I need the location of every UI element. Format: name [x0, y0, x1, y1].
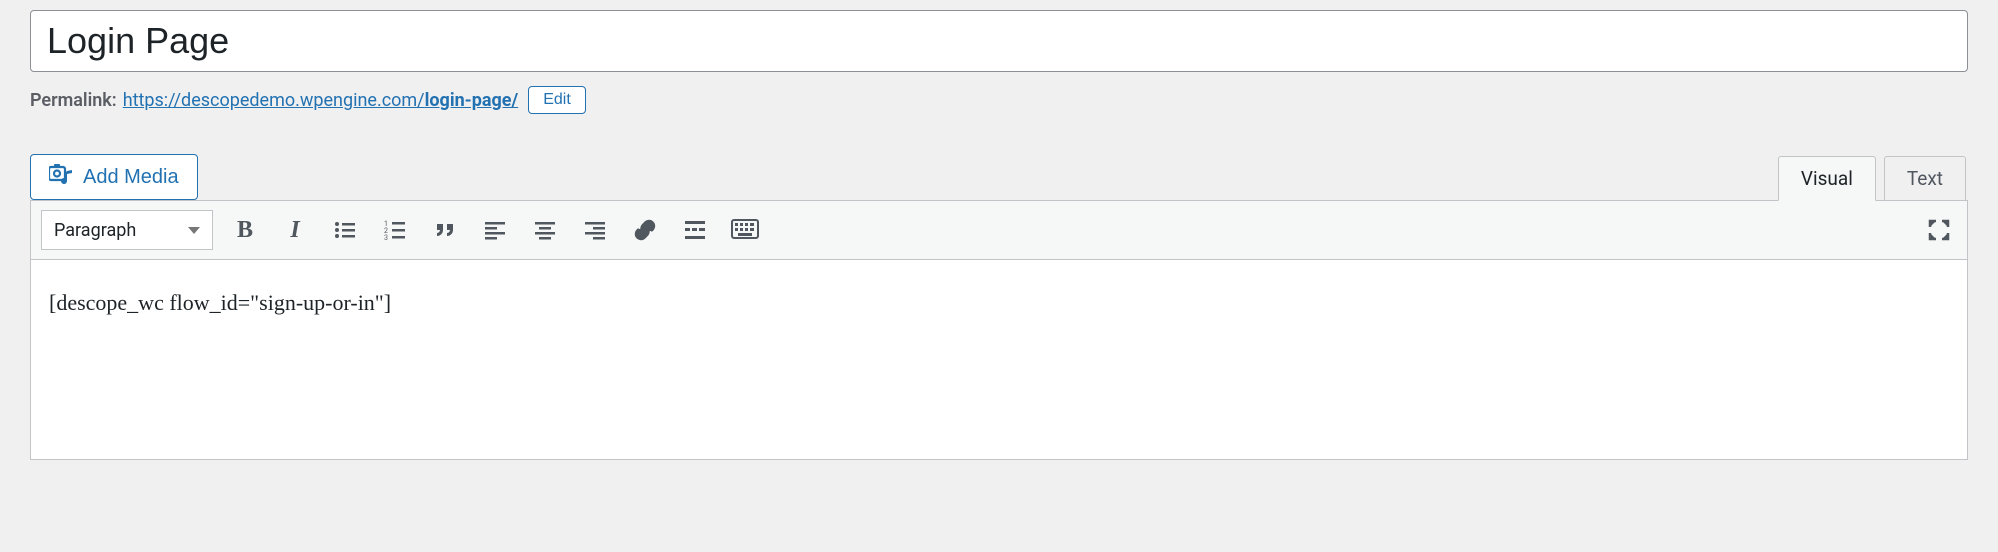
link-button[interactable]: [627, 212, 663, 248]
quote-icon: [433, 218, 457, 242]
post-title-input[interactable]: [30, 10, 1968, 72]
tab-text[interactable]: Text: [1884, 156, 1966, 201]
align-center-button[interactable]: [527, 212, 563, 248]
blockquote-button[interactable]: [427, 212, 463, 248]
permalink-row: Permalink: https://descopedemo.wpengine.…: [30, 86, 1968, 114]
editor-toolbar: Paragraph B I 1 2 3: [30, 200, 1968, 260]
edit-permalink-button[interactable]: Edit: [528, 86, 586, 114]
align-center-icon: [533, 218, 557, 242]
permalink-label: Permalink:: [30, 90, 117, 111]
permalink-link[interactable]: https://descopedemo.wpengine.com/login-p…: [123, 90, 519, 111]
bullet-list-button[interactable]: [327, 212, 363, 248]
editor-text: [descope_wc flow_id="sign-up-or-in"]: [49, 290, 391, 315]
editor-content[interactable]: [descope_wc flow_id="sign-up-or-in"]: [30, 260, 1968, 460]
format-dropdown-label: Paragraph: [54, 220, 136, 241]
fullscreen-icon: [1928, 219, 1950, 241]
chevron-down-icon: [188, 227, 200, 234]
numbered-list-icon: 1 2 3: [383, 218, 407, 242]
fullscreen-button[interactable]: [1921, 212, 1957, 248]
read-more-button[interactable]: [677, 212, 713, 248]
bullet-list-icon: [333, 218, 357, 242]
align-right-icon: [583, 218, 607, 242]
italic-icon: I: [290, 217, 299, 244]
format-dropdown[interactable]: Paragraph: [41, 210, 213, 250]
numbered-list-button[interactable]: 1 2 3: [377, 212, 413, 248]
align-right-button[interactable]: [577, 212, 613, 248]
align-left-icon: [483, 218, 507, 242]
svg-text:3: 3: [384, 234, 388, 242]
align-left-button[interactable]: [477, 212, 513, 248]
bold-button[interactable]: B: [227, 212, 263, 248]
italic-button[interactable]: I: [277, 212, 313, 248]
keyboard-icon: [731, 218, 759, 242]
tab-visual[interactable]: Visual: [1778, 156, 1876, 201]
read-more-icon: [683, 218, 707, 242]
add-media-button[interactable]: Add Media: [30, 154, 198, 200]
link-icon: [633, 218, 657, 242]
permalink-slug: login-page/: [425, 90, 519, 111]
camera-music-icon: [49, 163, 73, 191]
permalink-base: https://descopedemo.wpengine.com/: [123, 90, 425, 111]
bold-icon: B: [237, 217, 253, 244]
add-media-label: Add Media: [83, 166, 179, 189]
toolbar-toggle-button[interactable]: [727, 212, 763, 248]
